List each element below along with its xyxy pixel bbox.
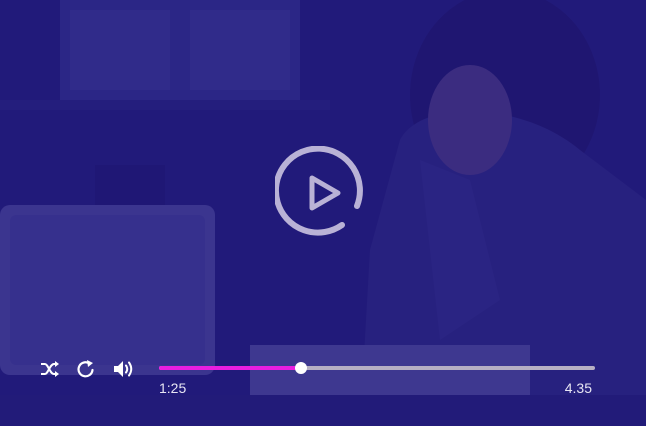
control-bar: 1:25 4.35 — [0, 350, 646, 410]
shuffle-icon — [41, 361, 59, 377]
play-circle-icon — [272, 145, 363, 236]
volume-icon — [114, 361, 133, 377]
play-button[interactable] — [272, 145, 369, 240]
replay-button[interactable] — [75, 358, 97, 380]
current-time: 1:25 — [159, 380, 187, 396]
seek-bar[interactable] — [159, 362, 595, 374]
total-time: 4.35 — [564, 380, 592, 396]
shuffle-button[interactable] — [39, 358, 61, 380]
volume-button[interactable] — [113, 358, 135, 380]
replay-icon — [77, 360, 94, 378]
seek-bar-thumb[interactable] — [294, 362, 307, 374]
seek-bar-progress — [159, 366, 301, 370]
video-player: 1:25 4.35 — [0, 0, 646, 426]
